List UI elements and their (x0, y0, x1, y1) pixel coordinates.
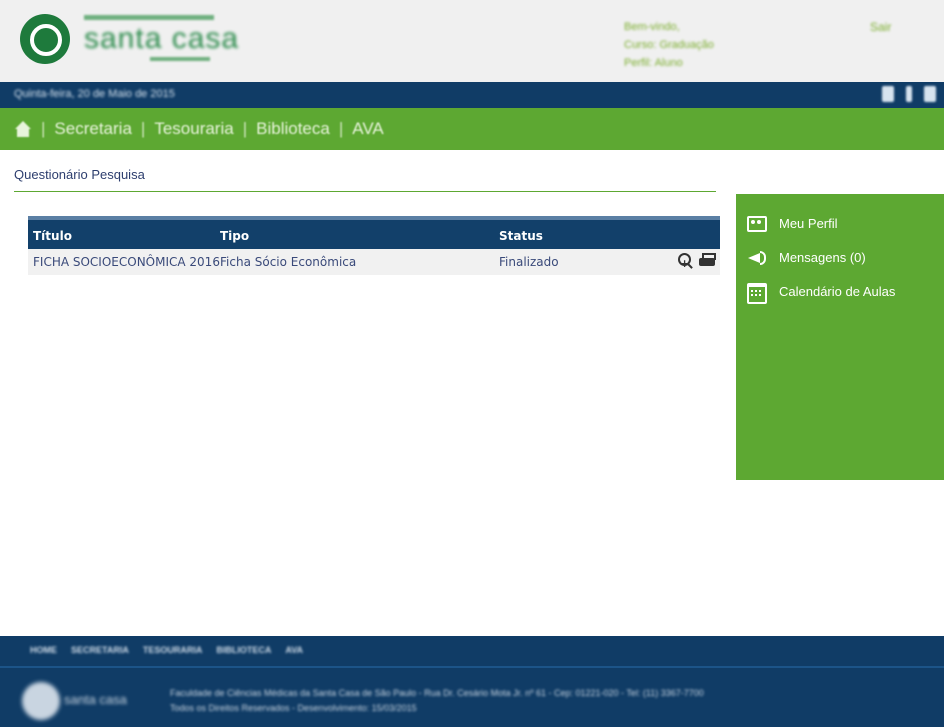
twitter-icon[interactable] (924, 86, 936, 102)
column-header-titulo: Título (33, 229, 72, 243)
youtube-icon[interactable] (882, 86, 894, 102)
social-links (882, 86, 936, 102)
row-actions: + (677, 252, 716, 270)
footer-link-ava[interactable]: AVA (285, 645, 303, 655)
sidebar-item-meu-perfil[interactable]: Meu Perfil (746, 213, 838, 233)
calendar-icon (746, 281, 767, 304)
nav-item-tesouraria[interactable]: Tesouraria (154, 119, 233, 139)
column-header-status: Status (499, 229, 543, 243)
print-icon[interactable] (698, 252, 716, 270)
table-header: Título Tipo Status (28, 216, 720, 249)
footer: HOME SECRETARIA TESOURARIA BIBLIOTECA AV… (0, 636, 944, 727)
sidebar-item-label: Calendário de Aulas (779, 283, 896, 299)
date-bar: Quinta-feira, 20 de Maio de 2015 (0, 82, 944, 108)
footer-link-secretaria[interactable]: SECRETARIA (71, 645, 129, 655)
footer-copyright-line: Todos os Direitos Reservados - Desenvolv… (170, 703, 417, 713)
footer-link-home[interactable]: HOME (30, 645, 57, 655)
nav-separator: | (41, 119, 46, 138)
nav-item-biblioteca[interactable]: Biblioteca (256, 119, 330, 139)
page-title: Questionário Pesquisa (14, 167, 145, 182)
user-profile: Perfil: Aluno (624, 57, 683, 69)
logo-subtext (150, 57, 210, 61)
nav-item-secretaria[interactable]: Secretaria (54, 119, 131, 139)
sidebar-item-label: Mensagens (0) (779, 249, 866, 265)
cell-status: Finalizado (499, 255, 559, 269)
profile-card-icon (746, 213, 767, 233)
sidebar: Meu Perfil Mensagens (0) Calendário de A… (736, 194, 944, 480)
user-course: Curso: Graduação (624, 39, 714, 51)
sidebar-item-mensagens[interactable]: Mensagens (0) (746, 247, 866, 267)
nav-separator: | (338, 119, 344, 138)
column-header-tipo: Tipo (220, 229, 250, 243)
user-info: Bem-vindo, Curso: Graduação Perfil: Alun… (624, 18, 714, 72)
title-divider (14, 191, 716, 192)
home-icon[interactable] (14, 121, 32, 137)
nav-separator: | (242, 119, 248, 138)
zoom-in-icon[interactable]: + (677, 252, 695, 270)
logo-tagline (84, 15, 214, 20)
footer-link-biblioteca[interactable]: BIBLIOTECA (216, 645, 271, 655)
current-date: Quinta-feira, 20 de Maio de 2015 (14, 88, 175, 100)
logo-text[interactable]: santa casa (84, 22, 239, 56)
nav-item-ava[interactable]: AVA (352, 119, 384, 139)
cell-titulo: FICHA SOCIOECONÔMICA 2016 (33, 255, 220, 269)
nav-separator: | (140, 119, 146, 138)
user-greeting: Bem-vindo, (624, 21, 680, 33)
footer-logo-icon (22, 682, 60, 720)
table-row: FICHA SOCIOECONÔMICA 2016 Ficha Sócio Ec… (28, 249, 720, 275)
footer-address-line: Faculdade de Ciências Médicas da Santa C… (170, 688, 704, 698)
footer-address: Faculdade de Ciências Médicas da Santa C… (170, 686, 704, 716)
header: santa casa Bem-vindo, Curso: Graduação P… (0, 0, 944, 82)
logo-icon[interactable] (20, 14, 70, 64)
main-nav: | Secretaria | Tesouraria | Biblioteca |… (0, 108, 944, 150)
facebook-icon[interactable] (906, 86, 912, 102)
cell-tipo: Ficha Sócio Econômica (220, 255, 357, 269)
footer-link-tesouraria[interactable]: TESOURARIA (143, 645, 203, 655)
footer-nav: HOME SECRETARIA TESOURARIA BIBLIOTECA AV… (0, 636, 944, 668)
questionnaire-table: Título Tipo Status FICHA SOCIOECONÔMICA … (28, 216, 720, 275)
sidebar-item-label: Meu Perfil (779, 215, 838, 231)
exit-link[interactable]: Sair (870, 20, 891, 34)
footer-logo-text: santa casa (64, 692, 127, 707)
megaphone-icon (746, 247, 766, 267)
sidebar-item-calendario[interactable]: Calendário de Aulas (746, 281, 896, 304)
